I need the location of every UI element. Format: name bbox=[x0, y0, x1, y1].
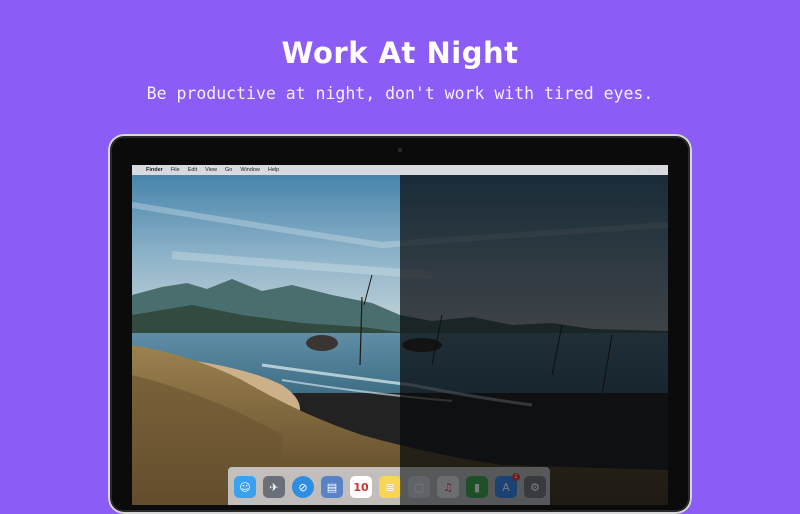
menu-go[interactable]: Go bbox=[225, 167, 232, 173]
notes-icon[interactable]: ≣ bbox=[379, 476, 401, 498]
status-area: ◠ ▭ ⌕ ≡ bbox=[626, 165, 660, 175]
calendar-day: 10 bbox=[353, 480, 369, 494]
menu-file[interactable]: File bbox=[171, 167, 180, 173]
menu-icon[interactable]: ≡ bbox=[657, 167, 660, 173]
night-mode-overlay bbox=[400, 165, 668, 505]
laptop-screen: Finder File Edit View Go Window Help ◠ ▭… bbox=[132, 165, 668, 505]
page-subtitle: Be productive at night, don't work with … bbox=[146, 84, 654, 103]
finder-icon[interactable]: ☺ bbox=[234, 476, 256, 498]
camera-dot bbox=[398, 148, 402, 152]
menu-bar: Finder File Edit View Go Window Help ◠ ▭… bbox=[132, 165, 668, 175]
menu-help[interactable]: Help bbox=[268, 167, 279, 173]
battery-icon[interactable]: ▭ bbox=[636, 167, 641, 173]
page-title: Work At Night bbox=[281, 36, 519, 70]
menu-window[interactable]: Window bbox=[240, 167, 260, 173]
photos-icon[interactable]: ▤ bbox=[321, 476, 343, 498]
menu-view[interactable]: View bbox=[205, 167, 217, 173]
safari-icon[interactable]: ⊘ bbox=[292, 476, 314, 498]
dock: ☺ ✈ ⊘ ▤ 10 ≣ ▢ ♫ ▮ A 2 ⚙ bbox=[228, 467, 550, 505]
calendar-icon[interactable]: 10 bbox=[350, 476, 372, 498]
menu-edit[interactable]: Edit bbox=[188, 167, 197, 173]
wifi-icon[interactable]: ◠ bbox=[626, 167, 631, 173]
dock-night-overlay bbox=[400, 467, 550, 505]
menu-finder[interactable]: Finder bbox=[146, 167, 163, 173]
search-icon[interactable]: ⌕ bbox=[648, 167, 651, 174]
launchpad-icon[interactable]: ✈ bbox=[263, 476, 285, 498]
